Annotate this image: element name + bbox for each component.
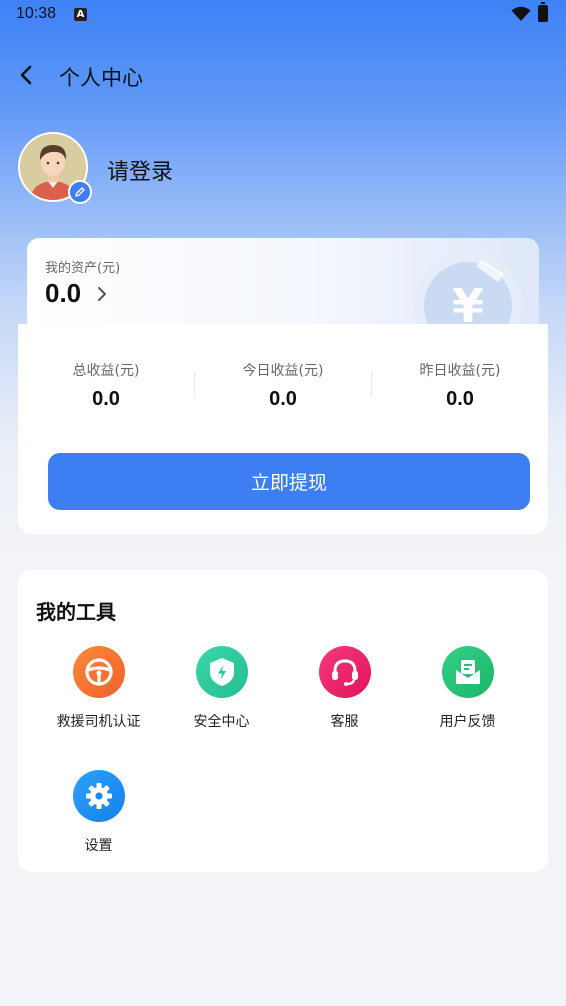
tool-driver-certification[interactable]: 救援司机认证 bbox=[37, 646, 160, 731]
tool-label: 设置 bbox=[84, 838, 113, 854]
tool-label: 安全中心 bbox=[193, 714, 250, 730]
chevron-left-icon bbox=[20, 65, 32, 85]
stat-label: 今日收益(元) bbox=[242, 363, 324, 379]
battery-icon bbox=[538, 2, 548, 22]
section-title: 我的工具 bbox=[36, 600, 116, 624]
edit-avatar-button[interactable] bbox=[68, 180, 92, 204]
stat-label: 总收益(元) bbox=[72, 363, 140, 379]
status-time: 10:38 bbox=[16, 5, 57, 22]
stat-yesterday-earnings: 昨日收益(元) 0.0 bbox=[372, 360, 548, 411]
tool-user-feedback[interactable]: 用户反馈 bbox=[406, 646, 529, 731]
tool-label: 救援司机认证 bbox=[56, 714, 141, 730]
wifi-icon bbox=[511, 6, 531, 21]
tool-security-center[interactable]: 安全中心 bbox=[160, 646, 283, 731]
gear-icon bbox=[72, 770, 125, 822]
profile-screen: 10:38 A 个人中心 请登录 我的资产(元) 0.0 ¥ 总收益(元) 0.… bbox=[0, 0, 566, 1006]
avatar[interactable] bbox=[18, 132, 92, 204]
status-bar: 10:38 A bbox=[0, 0, 566, 30]
stat-today-earnings: 今日收益(元) 0.0 bbox=[195, 360, 371, 411]
shield-icon bbox=[195, 646, 248, 698]
tool-label: 客服 bbox=[330, 714, 359, 730]
my-tools-card: 我的工具 救援司机认证 安全中心 客服 用户反馈 设置 bbox=[18, 570, 548, 872]
notification-icon: A bbox=[74, 8, 87, 21]
pencil-icon bbox=[75, 187, 85, 197]
steering-wheel-icon bbox=[72, 646, 125, 698]
nav-bar: 个人中心 bbox=[0, 52, 566, 98]
tool-settings[interactable]: 设置 bbox=[37, 770, 160, 855]
assets-label: 我的资产(元) bbox=[45, 261, 121, 276]
headset-icon bbox=[318, 646, 371, 698]
back-button[interactable] bbox=[12, 60, 42, 90]
stat-total-earnings: 总收益(元) 0.0 bbox=[18, 360, 194, 411]
tool-label: 用户反馈 bbox=[439, 714, 496, 730]
login-link[interactable]: 请登录 bbox=[107, 154, 173, 186]
stat-value: 0.0 bbox=[92, 388, 120, 410]
earnings-card: 总收益(元) 0.0 今日收益(元) 0.0 昨日收益(元) 0.0 立即提现 bbox=[18, 324, 548, 534]
tool-customer-service[interactable]: 客服 bbox=[283, 646, 406, 731]
stat-value: 0.0 bbox=[446, 388, 474, 410]
assets-value: 0.0 bbox=[45, 278, 82, 308]
chevron-right-icon bbox=[98, 287, 106, 301]
stat-label: 昨日收益(元) bbox=[419, 363, 501, 379]
withdraw-button[interactable]: 立即提现 bbox=[48, 453, 530, 510]
stat-value: 0.0 bbox=[269, 388, 297, 410]
assets-card[interactable]: 我的资产(元) 0.0 ¥ bbox=[27, 238, 539, 338]
feedback-mail-icon bbox=[441, 646, 494, 698]
page-title: 个人中心 bbox=[59, 66, 143, 90]
